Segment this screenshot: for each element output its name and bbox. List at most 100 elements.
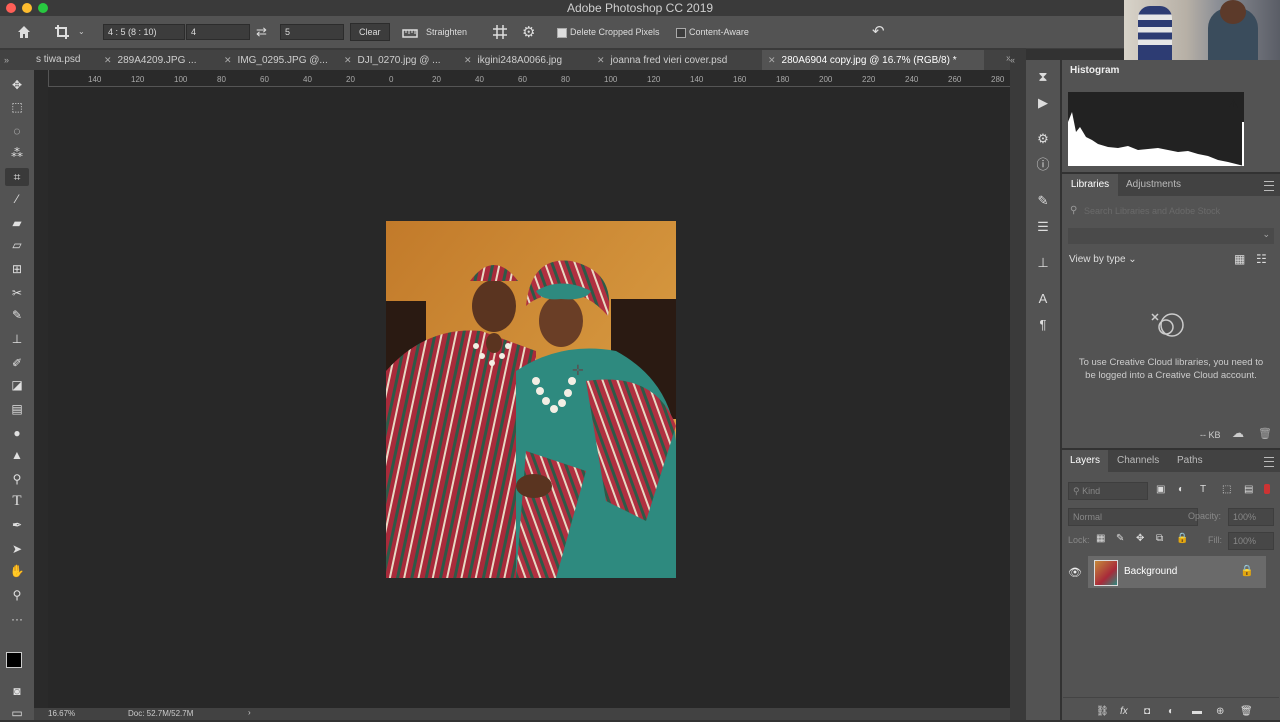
type-tool-icon[interactable]: T bbox=[5, 492, 29, 510]
close-tab-icon[interactable]: ✕ bbox=[344, 55, 352, 65]
tab-adjustments[interactable]: Adjustments bbox=[1126, 174, 1181, 196]
tab-document[interactable]: s tiwa.psd bbox=[36, 50, 80, 70]
crop-tool-icon[interactable] bbox=[54, 24, 72, 40]
lock-paint-icon[interactable]: ✎ bbox=[1116, 533, 1124, 544]
trash-icon[interactable]: 🗑 bbox=[1258, 427, 1272, 440]
home-icon[interactable] bbox=[16, 24, 32, 40]
lock-transparent-icon[interactable]: ▦ bbox=[1096, 533, 1105, 544]
paragraph-panel-icon[interactable]: ¶ bbox=[1034, 316, 1052, 334]
brushes-panel-icon[interactable]: ✎ bbox=[1034, 192, 1052, 210]
layer-name[interactable]: Background bbox=[1124, 566, 1177, 577]
list-view-icon[interactable]: ☷ bbox=[1256, 252, 1267, 266]
foreground-color-swatch[interactable] bbox=[6, 652, 22, 668]
tab-document[interactable]: ✕ DJI_0270.jpg @ ... bbox=[344, 50, 441, 70]
stamp-tool-icon[interactable]: ⊥ bbox=[5, 330, 29, 348]
content-aware-checkbox[interactable]: Content-Aware bbox=[676, 27, 749, 38]
delete-layer-icon[interactable]: 🗑 bbox=[1240, 706, 1253, 717]
filter-toggle-icon[interactable] bbox=[1264, 484, 1270, 494]
reset-icon[interactable]: ↶ bbox=[872, 22, 885, 40]
info-icon[interactable]: ⓘ bbox=[1034, 156, 1052, 174]
move-tool-icon[interactable]: ✥ bbox=[5, 76, 29, 94]
quick-mask-icon[interactable]: ◙ bbox=[5, 682, 29, 700]
chevron-down-icon[interactable]: ⌄ bbox=[78, 27, 85, 36]
history-brush-icon[interactable]: ✐ bbox=[5, 354, 29, 372]
zoom-level[interactable]: 16.67% bbox=[48, 709, 75, 718]
tab-document-active[interactable]: ✕ 280A6904 copy.jpg @ 16.7% (RGB/8) * bbox=[762, 50, 984, 70]
adjustment-layer-icon[interactable]: ◐ bbox=[1168, 706, 1174, 717]
close-tab-icon[interactable]: ✕ bbox=[464, 55, 472, 65]
panel-menu-icon[interactable] bbox=[1264, 181, 1274, 191]
smart-object-filter-icon[interactable]: ▤ bbox=[1244, 484, 1253, 495]
layer-row[interactable]: Background 🔒 bbox=[1088, 556, 1266, 588]
library-search[interactable]: ⚲ Search Libraries and Adobe Stock bbox=[1068, 204, 1274, 220]
panel-menu-icon[interactable] bbox=[1264, 457, 1274, 467]
brush-tool-icon[interactable]: ✎ bbox=[5, 306, 29, 324]
view-by-type[interactable]: View by type ⌄ bbox=[1069, 254, 1137, 265]
crop-tool-icon[interactable]: ⌗ bbox=[5, 168, 29, 186]
status-menu-icon[interactable]: › bbox=[248, 708, 251, 717]
eye-visibility-icon[interactable]: 👁 bbox=[1068, 566, 1082, 579]
grid-view-icon[interactable]: ▦ bbox=[1234, 252, 1245, 266]
adjustment-filter-icon[interactable]: ◐ bbox=[1178, 484, 1184, 495]
frame-tool-icon[interactable]: ⊞ bbox=[5, 260, 29, 278]
lock-position-icon[interactable]: ✥ bbox=[1136, 533, 1144, 544]
blend-mode-select[interactable]: Normal bbox=[1068, 508, 1198, 526]
document-image[interactable] bbox=[386, 221, 676, 578]
sharpen-tool-icon[interactable]: ▲ bbox=[5, 446, 29, 464]
close-tab-icon[interactable]: ✕ bbox=[597, 55, 605, 65]
shape-filter-icon[interactable]: ⬚ bbox=[1222, 484, 1231, 495]
lock-all-icon[interactable]: 🔒 bbox=[1176, 533, 1188, 544]
dodge-tool-icon[interactable]: ⚲ bbox=[5, 470, 29, 488]
clear-button[interactable]: Clear bbox=[350, 23, 390, 41]
actions-play-icon[interactable]: ▶ bbox=[1034, 94, 1052, 112]
ratio-width-input[interactable]: 4 bbox=[186, 24, 250, 40]
tab-document[interactable]: ✕ ikgini248A0066.jpg bbox=[464, 50, 562, 70]
zoom-tool-icon[interactable]: ⚲ bbox=[5, 586, 29, 604]
bandage-icon[interactable]: ▱ bbox=[5, 236, 29, 254]
tab-libraries[interactable]: Libraries bbox=[1062, 174, 1118, 196]
warning-icon[interactable]: ⚠ bbox=[1228, 97, 1239, 111]
tab-paths[interactable]: Paths bbox=[1177, 450, 1203, 472]
screen-mode-icon[interactable]: ▭ bbox=[5, 704, 29, 722]
history-panel-icon[interactable]: ⧗ bbox=[1034, 68, 1052, 86]
pixel-filter-icon[interactable]: ▣ bbox=[1156, 484, 1165, 495]
ratio-preset-select[interactable]: 4 : 5 (8 : 10) bbox=[103, 24, 185, 40]
close-tab-icon[interactable]: ✕ bbox=[104, 55, 112, 65]
link-layers-icon[interactable]: ⛓ bbox=[1096, 706, 1109, 717]
adjustments-sliders-icon[interactable]: ☰ bbox=[1034, 218, 1052, 236]
blur-tool-icon[interactable]: ● bbox=[5, 424, 29, 442]
gear-icon[interactable]: ⚙ bbox=[522, 23, 535, 41]
close-tab-icon[interactable]: ✕ bbox=[768, 55, 776, 65]
pen-tool-icon[interactable]: ✒ bbox=[5, 516, 29, 534]
collapse-strip-icon[interactable]: « bbox=[1010, 55, 1015, 65]
more-tools-icon[interactable]: ··· bbox=[5, 610, 29, 628]
path-selection-icon[interactable]: ➤ bbox=[5, 540, 29, 558]
fill-input[interactable]: 100% bbox=[1228, 532, 1274, 550]
hand-tool-icon[interactable]: ✋ bbox=[5, 562, 29, 580]
character-panel-icon[interactable]: A bbox=[1034, 290, 1052, 308]
delete-cropped-checkbox[interactable]: Delete Cropped Pixels bbox=[557, 27, 660, 38]
tab-layers[interactable]: Layers bbox=[1062, 450, 1108, 472]
clone-source-icon[interactable]: ⊥ bbox=[1034, 254, 1052, 272]
gradient-tool-icon[interactable]: ▤ bbox=[5, 400, 29, 418]
straighten-label[interactable]: Straighten bbox=[426, 27, 467, 37]
healing-brush-icon[interactable]: ▰ bbox=[5, 214, 29, 232]
checkbox-checked-icon[interactable] bbox=[557, 27, 567, 38]
lasso-tool-icon[interactable]: ◌ bbox=[5, 122, 29, 140]
opacity-input[interactable]: 100% bbox=[1228, 508, 1274, 526]
close-tab-icon[interactable]: ✕ bbox=[224, 55, 232, 65]
add-mask-icon[interactable]: ◘ bbox=[1144, 706, 1150, 717]
ratio-height-input[interactable]: 5 bbox=[280, 24, 344, 40]
magic-wand-icon[interactable]: ⁂ bbox=[5, 144, 29, 162]
toolbar-collapse-icon[interactable]: » bbox=[0, 50, 34, 70]
type-filter-icon[interactable]: T bbox=[1200, 484, 1206, 495]
layer-lock-icon[interactable]: 🔒 bbox=[1240, 564, 1254, 577]
grid-overlay-icon[interactable] bbox=[492, 24, 508, 40]
properties-panel-icon[interactable]: ⚙ bbox=[1034, 130, 1052, 148]
tab-document[interactable]: ✕ IMG_0295.JPG @... bbox=[224, 50, 328, 70]
tab-document[interactable]: ✕ joanna fred vieri cover.psd bbox=[597, 50, 727, 70]
lock-artboard-icon[interactable]: ⧉ bbox=[1156, 533, 1163, 544]
cloud-sync-icon[interactable]: ☁ bbox=[1232, 426, 1244, 440]
layer-kind-filter[interactable]: ⚲ Kind bbox=[1068, 482, 1148, 500]
library-select[interactable]: ⌄ bbox=[1068, 228, 1274, 244]
